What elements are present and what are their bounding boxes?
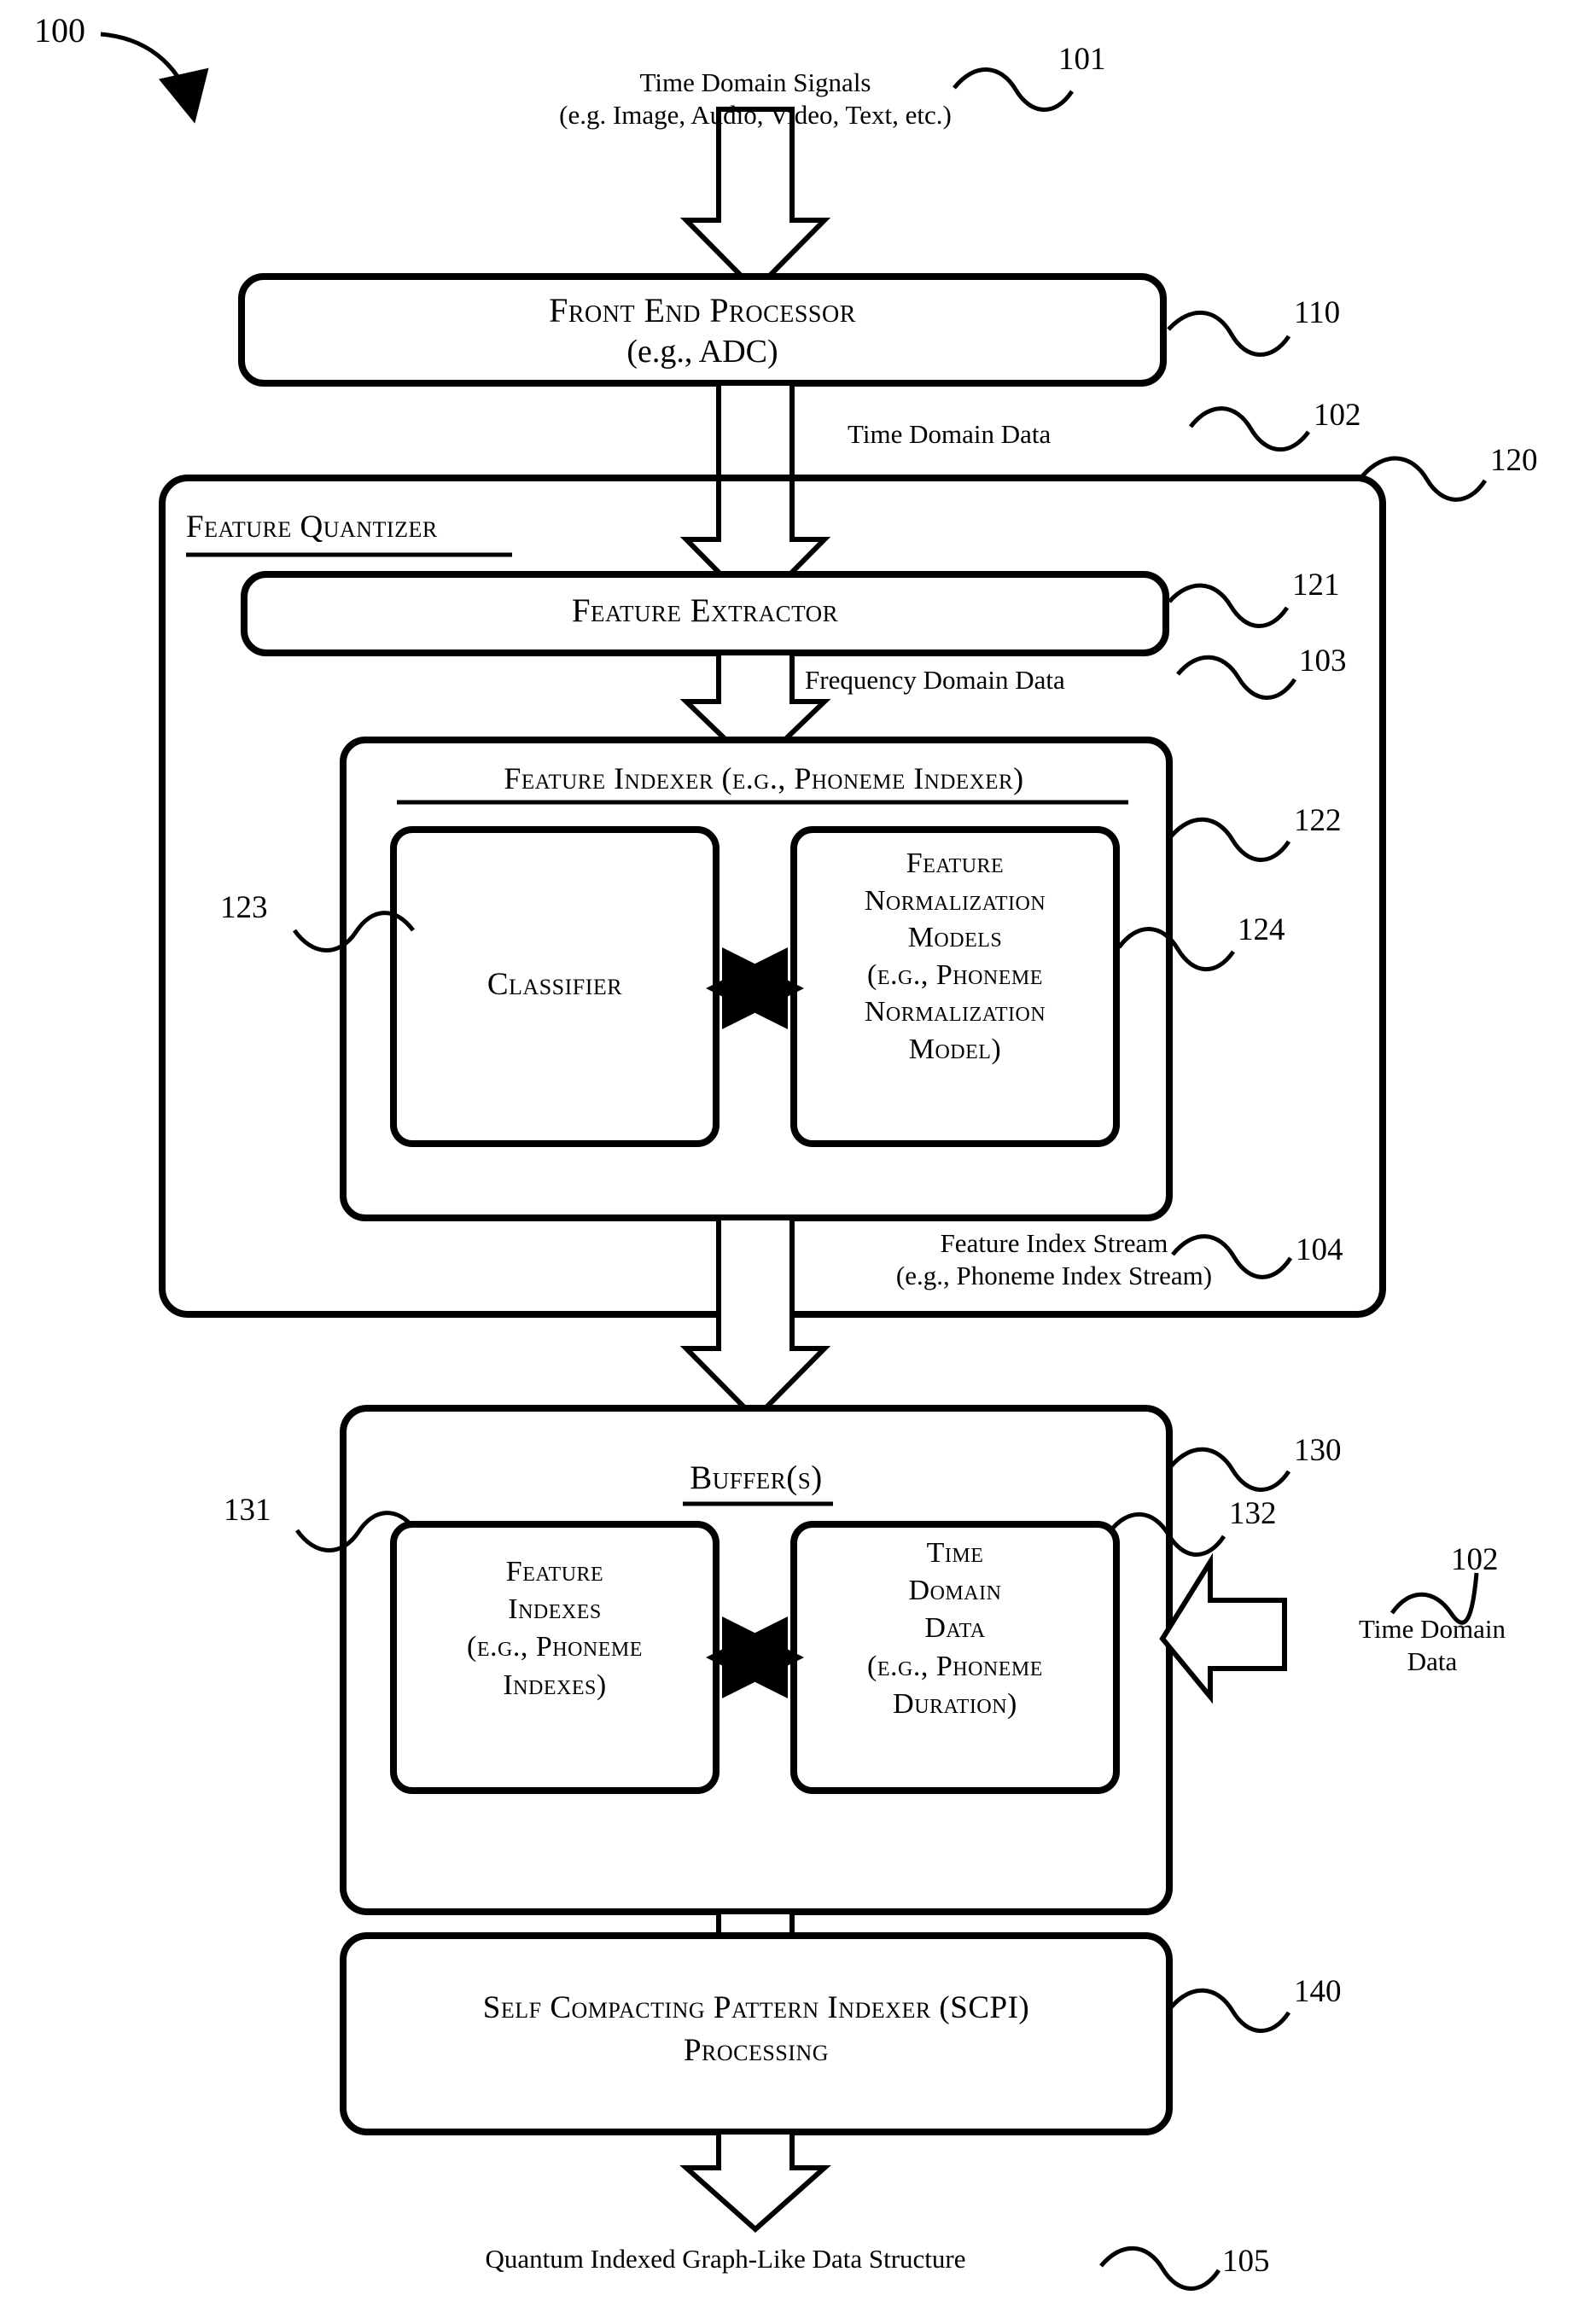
buffers-title: Buffer(s) [690,1459,823,1496]
feature-quantizer-title: Feature Quantizer [186,510,438,545]
ref-140: 140 [1294,1974,1342,2009]
ref-110-leader [1167,310,1291,357]
feature-normalization-models-title: Feature Normalization Models (e.g., Phon… [864,847,1046,1065]
patent-figure-100: 100 Time Domain Signals (e.g. Image, Aud… [0,0,1573,2324]
ref-103: 103 [1299,644,1347,679]
time-domain-data-buffer-title: Time Domain Data (e.g., Phoneme Duration… [867,1537,1043,1720]
arrow-front-end-to-quantizer [679,381,831,614]
ref-122-leader [1169,817,1291,862]
output-label: Quantum Indexed Graph-Like Data Structur… [485,2244,966,2274]
ref-104: 104 [1296,1232,1343,1267]
figure-number: 100 [34,11,85,50]
ref-110: 110 [1294,295,1341,330]
scpi-title: Self Compacting Pattern Indexer (SCPI) P… [482,1990,1030,2068]
feature-index-stream-label: Feature Index Stream (e.g., Phoneme Inde… [895,1228,1213,1290]
ref-102-leader [1189,406,1311,452]
figure-number-leader [100,32,209,124]
ref-123: 123 [220,890,268,925]
ref-124: 124 [1238,912,1285,947]
ref-105: 105 [1222,2244,1270,2279]
classifier-title: Classifier [486,967,623,1002]
time-domain-data-label: Time Domain Data [848,419,1052,449]
front-end-processor-title: Front End Processor [549,291,856,329]
ref-101: 101 [1058,42,1106,77]
feature-indexes-title: Feature Indexes (e.g., Phoneme Indexes) [467,1556,643,1701]
ref-121-leader [1168,583,1290,628]
ref-102-right: 102 [1451,1542,1499,1577]
arrow-indexer-to-buffers [679,1215,831,1423]
feature-indexer-title: Feature Indexer (e.g., Phoneme Indexer) [504,761,1024,795]
ref-131-leader [294,1511,417,1552]
side-time-domain-data-label: Time Domain Data [1359,1614,1506,1676]
ref-120: 120 [1490,443,1538,478]
feature-extractor-title: Feature Extractor [571,592,839,629]
arrow-scpi-to-output [679,2129,831,2234]
ref-131: 131 [224,1493,271,1528]
ref-102-top: 102 [1314,398,1361,433]
ref-122: 122 [1294,803,1342,838]
ref-121: 121 [1292,568,1340,603]
front-end-processor-subtitle: (e.g., ADC) [626,334,778,370]
ref-123-leader [292,911,415,952]
ref-130: 130 [1294,1433,1342,1468]
ref-140-leader [1169,1988,1291,2033]
arrow-extractor-to-indexer [679,650,831,772]
arrow-signals-to-front-end [679,107,831,294]
ref-103-leader [1176,655,1297,700]
ref-132-leader [1108,1511,1226,1557]
frequency-domain-data-label: Frequency Domain Data [805,665,1065,695]
ref-120-leader [1360,456,1488,502]
ref-105-leader [1099,2245,1221,2291]
ref-130-leader [1169,1447,1291,1492]
ref-124-leader [1116,927,1236,972]
arrow-time-domain-data-into-buffer [1159,1552,1287,1704]
ref-132: 132 [1229,1496,1277,1531]
